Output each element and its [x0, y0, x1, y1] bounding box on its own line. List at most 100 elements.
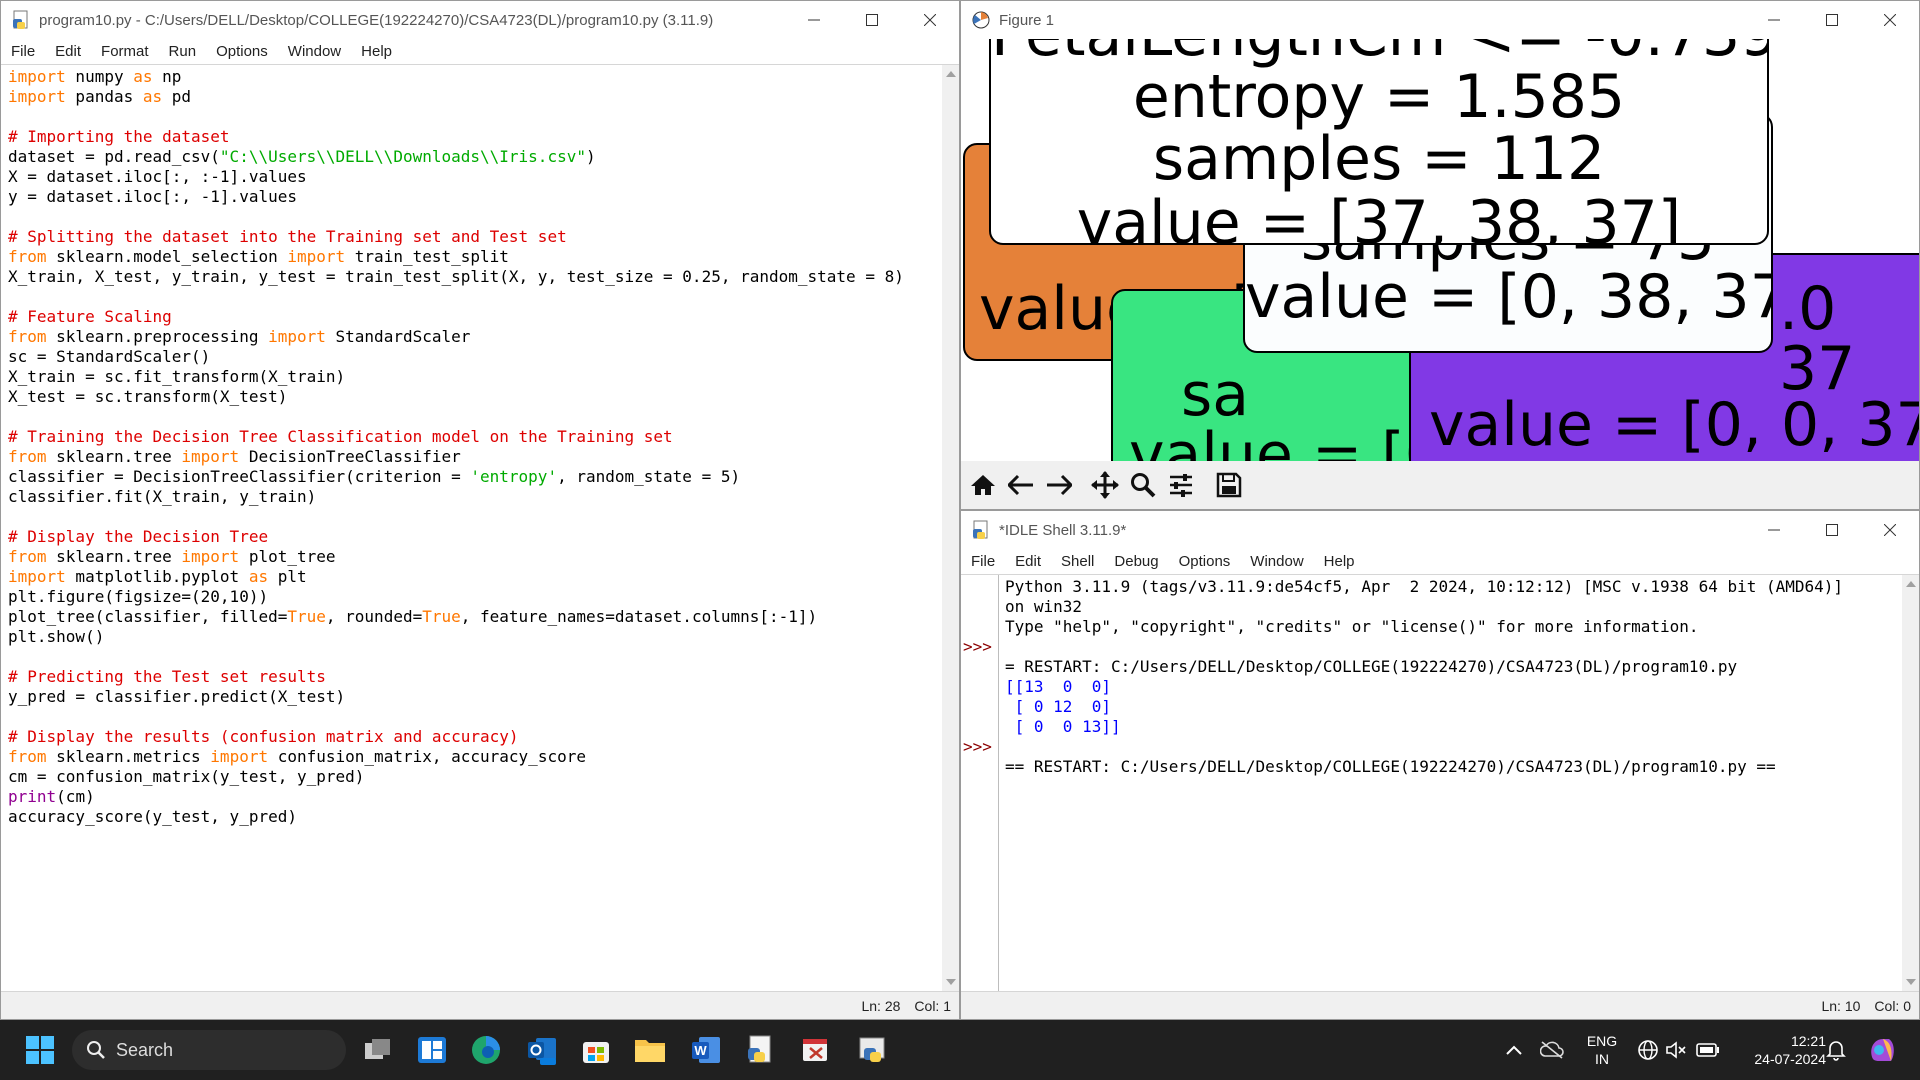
menu-help[interactable]: Help [1314, 553, 1365, 570]
search-box[interactable]: Search [72, 1030, 346, 1070]
minimize-button[interactable] [785, 1, 843, 39]
close-button[interactable] [901, 1, 959, 39]
maximize-button[interactable] [1803, 1, 1861, 39]
node-text: value = [0 [1129, 420, 1431, 461]
minimize-button[interactable] [1745, 511, 1803, 549]
onedrive-paused-icon[interactable] [1532, 1030, 1572, 1070]
language-indicator[interactable]: ENG IN [1582, 1032, 1622, 1068]
outlook-icon[interactable] [522, 1030, 562, 1070]
close-button[interactable] [1861, 511, 1919, 549]
pan-icon[interactable] [1089, 469, 1121, 501]
code-token: 'entropy' [470, 467, 558, 486]
maximize-button[interactable] [843, 1, 901, 39]
configure-icon[interactable] [1165, 469, 1197, 501]
code-token: (cm) [56, 787, 95, 806]
menu-help[interactable]: Help [351, 43, 402, 60]
forward-icon[interactable] [1043, 469, 1075, 501]
widgets-icon[interactable] [412, 1030, 452, 1070]
node-text: .0 [1779, 274, 1837, 344]
menu-options[interactable]: Options [1169, 553, 1241, 570]
menu-debug[interactable]: Debug [1104, 553, 1168, 570]
code-token: np [152, 67, 182, 86]
menu-window[interactable]: Window [1240, 553, 1313, 570]
shell-scrollbar[interactable] [1902, 575, 1919, 991]
idle-shell-taskbar-icon[interactable] [852, 1030, 892, 1070]
battery-icon[interactable] [1688, 1030, 1728, 1070]
home-icon[interactable] [967, 469, 999, 501]
code-editor[interactable]: import numpy as np import pandas as pd # I… [1, 65, 943, 991]
copilot-icon[interactable] [1862, 1030, 1902, 1070]
clock[interactable]: 12:21 24-07-2024 [1730, 1032, 1826, 1068]
code-token: DecisionTreeClassifier [239, 447, 461, 466]
code-line: from sklearn.model_selection import trai… [8, 247, 904, 267]
code-line: print(cm) [8, 787, 904, 807]
shell-titlebar[interactable]: *IDLE Shell 3.11.9* [961, 511, 1919, 549]
menu-edit[interactable]: Edit [45, 43, 91, 60]
code-token: import [8, 567, 66, 586]
menu-run[interactable]: Run [159, 43, 207, 60]
figure-canvas[interactable]: value = [ sa value = [0 .0 37 value = [0… [961, 39, 1919, 461]
code-text[interactable]: import numpy as np import pandas as pd # I… [8, 67, 904, 827]
code-line: from sklearn.preprocessing import Standa… [8, 327, 904, 347]
store-icon[interactable] [576, 1030, 616, 1070]
start-button[interactable] [20, 1030, 60, 1070]
menu-window[interactable]: Window [278, 43, 351, 60]
minimize-button[interactable] [1745, 1, 1803, 39]
word-icon[interactable]: W [686, 1030, 726, 1070]
back-icon[interactable] [1005, 469, 1037, 501]
scroll-down-icon[interactable] [1906, 979, 1916, 985]
menu-shell[interactable]: Shell [1051, 553, 1104, 570]
close-button[interactable] [1861, 1, 1919, 39]
code-token: from [8, 247, 47, 266]
code-token: as [142, 87, 163, 106]
zoom-icon[interactable] [1127, 469, 1159, 501]
code-token: from [8, 547, 47, 566]
editor-scrollbar[interactable] [942, 65, 959, 991]
menu-file[interactable]: File [1, 43, 45, 60]
code-line: from sklearn.metrics import confusion_ma… [8, 747, 904, 767]
scroll-up-icon[interactable] [1906, 581, 1916, 587]
code-token: from [8, 327, 47, 346]
code-line: # Training the Decision Tree Classificat… [8, 427, 904, 447]
taskbar: Search W ENG IN 12:21 24-07-2024 [0, 1020, 1920, 1080]
code-token: print [8, 787, 57, 806]
code-line: from sklearn.tree import plot_tree [8, 547, 904, 567]
snipping-tool-icon[interactable] [796, 1030, 836, 1070]
scroll-up-icon[interactable] [946, 71, 956, 77]
menu-file[interactable]: File [961, 553, 1005, 570]
menu-options[interactable]: Options [206, 43, 278, 60]
chevron-up-icon[interactable] [1494, 1030, 1534, 1070]
maximize-button[interactable] [1803, 511, 1861, 549]
task-view-icon[interactable] [358, 1030, 398, 1070]
code-token: import [268, 327, 326, 346]
file-explorer-icon[interactable] [630, 1030, 670, 1070]
editor-menubar: File Edit Format Run Options Window Help [1, 39, 959, 65]
shell-prompt: >>> [963, 737, 992, 756]
region-code: IN [1595, 1051, 1609, 1067]
language-code: ENG [1586, 1033, 1618, 1049]
idle-editor-taskbar-icon[interactable] [740, 1030, 780, 1070]
shell-output[interactable]: Python 3.11.9 (tags/v3.11.9:de54cf5, Apr… [1005, 577, 1843, 777]
notification-bell-icon[interactable] [1816, 1030, 1856, 1070]
line-number: Ln: 10 [1821, 997, 1861, 1014]
code-token: plot_tree(classifier, filled= [8, 607, 288, 626]
clock-time: 12:21 [1790, 1033, 1826, 1049]
save-icon[interactable] [1213, 469, 1245, 501]
code-token: StandardScaler [325, 327, 471, 346]
code-token: X_test = sc.transform(X_test) [8, 387, 288, 406]
scroll-down-icon[interactable] [946, 979, 956, 985]
node-text: value = [37, 38, 37] [1076, 188, 1682, 245]
code-line: classifier = DecisionTreeClassifier(crit… [8, 467, 904, 487]
editor-title: program10.py - C:/Users/DELL/Desktop/COL… [39, 11, 714, 29]
figure-titlebar[interactable]: Figure 1 [961, 1, 1919, 39]
menu-format[interactable]: Format [91, 43, 159, 60]
edge-icon[interactable] [466, 1030, 506, 1070]
code-line: # Importing the dataset [8, 127, 904, 147]
code-line: y = dataset.iloc[:, -1].values [8, 187, 904, 207]
menu-edit[interactable]: Edit [1005, 553, 1051, 570]
editor-titlebar[interactable]: program10.py - C:/Users/DELL/Desktop/COL… [1, 1, 959, 39]
